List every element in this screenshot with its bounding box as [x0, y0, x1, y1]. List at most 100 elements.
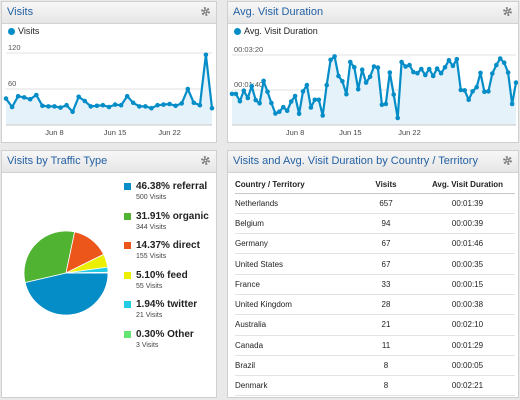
- data-point[interactable]: [434, 66, 440, 71]
- data-point[interactable]: [458, 87, 464, 93]
- data-point[interactable]: [249, 83, 254, 89]
- data-point[interactable]: [15, 93, 21, 99]
- table-row[interactable]: Netherlands 657 00:01:39: [235, 193, 515, 214]
- data-point[interactable]: [82, 98, 88, 104]
- data-point[interactable]: [46, 104, 51, 109]
- data-point[interactable]: [399, 59, 404, 65]
- data-point[interactable]: [411, 69, 416, 75]
- data-point[interactable]: [288, 99, 294, 104]
- data-point[interactable]: [261, 78, 266, 84]
- legend-item-other[interactable]: 0.30% Other 3 Visits: [124, 329, 209, 359]
- data-point[interactable]: [316, 97, 322, 103]
- data-point[interactable]: [454, 56, 460, 62]
- data-point[interactable]: [237, 98, 243, 104]
- country-cell[interactable]: Denmark: [235, 375, 352, 397]
- legend-item-referral[interactable]: 46.38% referral 500 Visits: [124, 181, 209, 211]
- gear-icon[interactable]: [502, 6, 513, 17]
- data-point[interactable]: [494, 62, 499, 68]
- data-point[interactable]: [312, 97, 318, 103]
- data-point[interactable]: [423, 72, 428, 78]
- data-point[interactable]: [442, 65, 448, 70]
- data-point[interactable]: [52, 104, 57, 109]
- gear-icon[interactable]: [502, 155, 513, 166]
- data-point[interactable]: [64, 102, 69, 108]
- data-point[interactable]: [34, 92, 39, 98]
- table-row[interactable]: Denmark 8 00:02:21: [235, 375, 515, 397]
- data-point[interactable]: [241, 88, 247, 93]
- data-point[interactable]: [277, 109, 282, 114]
- data-point[interactable]: [332, 54, 337, 59]
- data-point[interactable]: [209, 105, 215, 111]
- data-point[interactable]: [300, 89, 306, 94]
- data-point[interactable]: [58, 105, 63, 110]
- data-point[interactable]: [446, 58, 452, 63]
- data-point[interactable]: [100, 102, 106, 108]
- data-point[interactable]: [281, 104, 286, 110]
- data-point[interactable]: [367, 74, 373, 79]
- table-row[interactable]: Canada 11 00:01:29: [235, 335, 515, 356]
- data-point[interactable]: [328, 57, 333, 63]
- data-point[interactable]: [375, 65, 381, 70]
- table-row[interactable]: Australia 21 00:02:10: [235, 314, 515, 336]
- data-point[interactable]: [179, 101, 184, 106]
- data-point[interactable]: [352, 65, 357, 70]
- legend-item-feed[interactable]: 5.10% feed 55 Visits: [124, 270, 209, 300]
- data-point[interactable]: [505, 70, 511, 75]
- data-point[interactable]: [9, 104, 15, 110]
- data-point[interactable]: [76, 94, 81, 100]
- data-point[interactable]: [391, 92, 396, 97]
- legend-item-organic[interactable]: 31.91% organic 344 Visits: [124, 211, 209, 241]
- data-point[interactable]: [173, 103, 178, 109]
- data-point[interactable]: [149, 105, 154, 111]
- data-point[interactable]: [296, 111, 302, 117]
- data-point[interactable]: [143, 104, 148, 109]
- data-point[interactable]: [383, 101, 389, 107]
- data-point[interactable]: [509, 101, 515, 107]
- data-point[interactable]: [462, 88, 467, 93]
- country-cell[interactable]: Germany: [235, 233, 352, 255]
- country-cell[interactable]: Netherlands: [235, 193, 352, 214]
- table-row[interactable]: France 33 00:00:15: [235, 274, 515, 295]
- data-point[interactable]: [245, 95, 251, 101]
- column-header-country[interactable]: Country / Territory: [235, 176, 352, 194]
- data-point[interactable]: [185, 86, 191, 92]
- data-point[interactable]: [94, 103, 100, 109]
- data-point[interactable]: [336, 73, 341, 79]
- legend-item-direct[interactable]: 14.37% direct 155 Visits: [124, 240, 209, 270]
- data-point[interactable]: [191, 100, 197, 106]
- country-cell[interactable]: Australia: [235, 314, 352, 336]
- data-point[interactable]: [253, 97, 258, 103]
- data-point[interactable]: [197, 102, 203, 108]
- data-point[interactable]: [155, 102, 160, 108]
- data-point[interactable]: [482, 89, 487, 95]
- country-cell[interactable]: Canada: [235, 335, 352, 356]
- data-point[interactable]: [284, 108, 290, 113]
- data-point[interactable]: [233, 91, 239, 97]
- data-point[interactable]: [324, 82, 329, 88]
- data-point[interactable]: [450, 63, 456, 69]
- data-point[interactable]: [21, 95, 27, 100]
- table-row[interactable]: Germany 67 00:01:46: [235, 233, 515, 255]
- data-point[interactable]: [497, 56, 503, 61]
- column-header-duration[interactable]: Avg. Visit Duration: [420, 176, 515, 194]
- data-point[interactable]: [137, 104, 142, 109]
- data-point[interactable]: [3, 96, 9, 101]
- data-point[interactable]: [118, 102, 124, 108]
- data-point[interactable]: [27, 96, 33, 102]
- data-point[interactable]: [203, 52, 209, 58]
- data-point[interactable]: [407, 62, 412, 68]
- data-point[interactable]: [466, 97, 471, 103]
- legend-item-twitter[interactable]: 1.94% twitter 21 Visits: [124, 299, 209, 329]
- table-row[interactable]: Belgium 94 00:00:39: [235, 213, 515, 235]
- column-header-visits[interactable]: Visits: [352, 176, 420, 194]
- data-point[interactable]: [490, 71, 495, 76]
- data-point[interactable]: [419, 66, 424, 72]
- data-point[interactable]: [486, 89, 491, 94]
- data-point[interactable]: [474, 84, 479, 90]
- data-point[interactable]: [257, 101, 262, 106]
- data-point[interactable]: [88, 104, 94, 109]
- country-cell[interactable]: Belgium: [235, 213, 352, 235]
- data-point[interactable]: [359, 67, 365, 72]
- data-point[interactable]: [161, 102, 166, 107]
- country-cell[interactable]: United Kingdom: [235, 294, 352, 316]
